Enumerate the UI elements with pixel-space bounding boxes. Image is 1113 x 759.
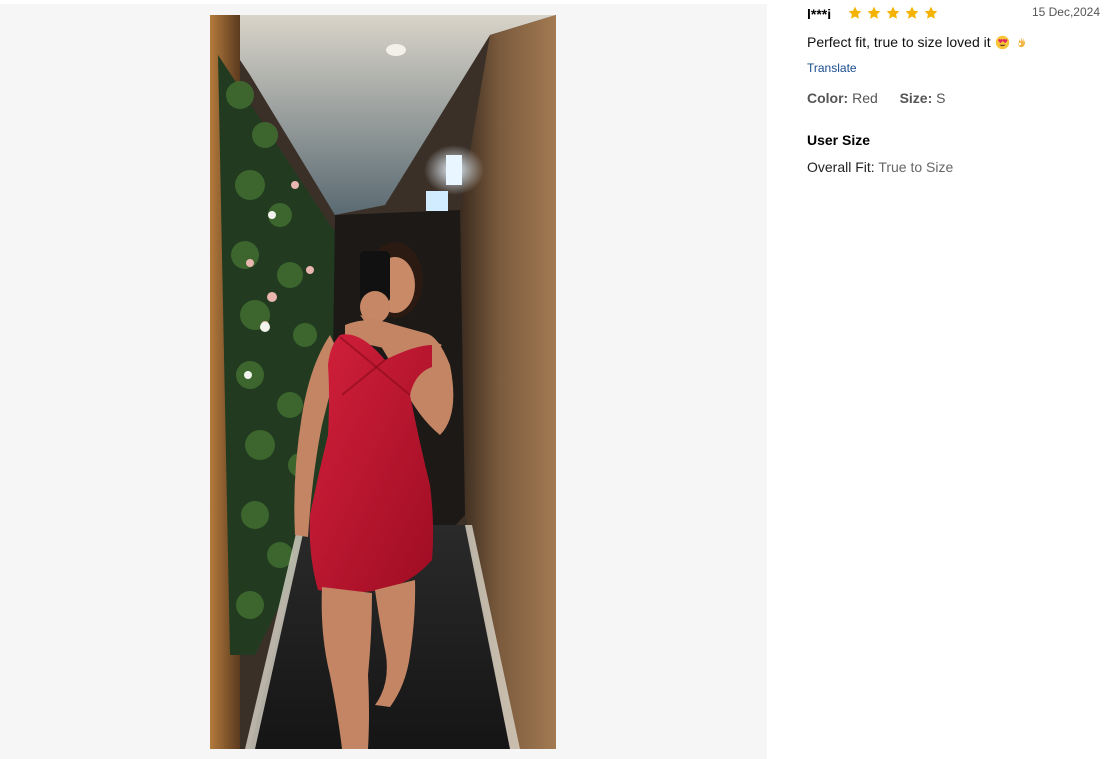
star-icon bbox=[924, 6, 938, 19]
size-label: Size: bbox=[899, 90, 933, 106]
star-icon bbox=[867, 6, 881, 19]
overall-fit-value: True to Size bbox=[878, 159, 954, 175]
star-icon bbox=[905, 6, 919, 19]
review-photo[interactable] bbox=[210, 15, 556, 749]
overall-fit: Overall Fit: True to Size bbox=[807, 159, 953, 175]
overall-fit-label: Overall Fit: bbox=[807, 159, 875, 175]
review-page: l***i 15 Dec,2024 Perfect fit, true to s… bbox=[0, 0, 1113, 759]
reviewer-name: l***i bbox=[807, 6, 832, 22]
review-date: 15 Dec,2024 bbox=[1031, 5, 1100, 19]
star-icon bbox=[886, 6, 900, 19]
ok-hand-emoji-icon bbox=[1018, 36, 1025, 47]
review-comment-text: Perfect fit, true to size loved it bbox=[807, 34, 991, 50]
size-value: S bbox=[936, 90, 946, 106]
color-label: Color: bbox=[807, 90, 849, 106]
review-image-gallery bbox=[0, 4, 767, 759]
purchased-attributes: Color: Red Size: S bbox=[807, 90, 946, 106]
rating-stars bbox=[847, 5, 939, 21]
review-comment: Perfect fit, true to size loved it bbox=[807, 34, 1029, 50]
review-header: l***i 15 Dec,2024 bbox=[807, 5, 1107, 23]
color-value: Red bbox=[852, 90, 878, 106]
review-photo-image bbox=[210, 15, 556, 749]
review-details: l***i 15 Dec,2024 Perfect fit, true to s… bbox=[807, 0, 1113, 759]
heart-eyes-emoji-icon bbox=[995, 35, 1009, 49]
translate-link[interactable]: Translate bbox=[807, 61, 857, 75]
user-size-title: User Size bbox=[807, 132, 871, 148]
star-icon bbox=[848, 6, 862, 19]
